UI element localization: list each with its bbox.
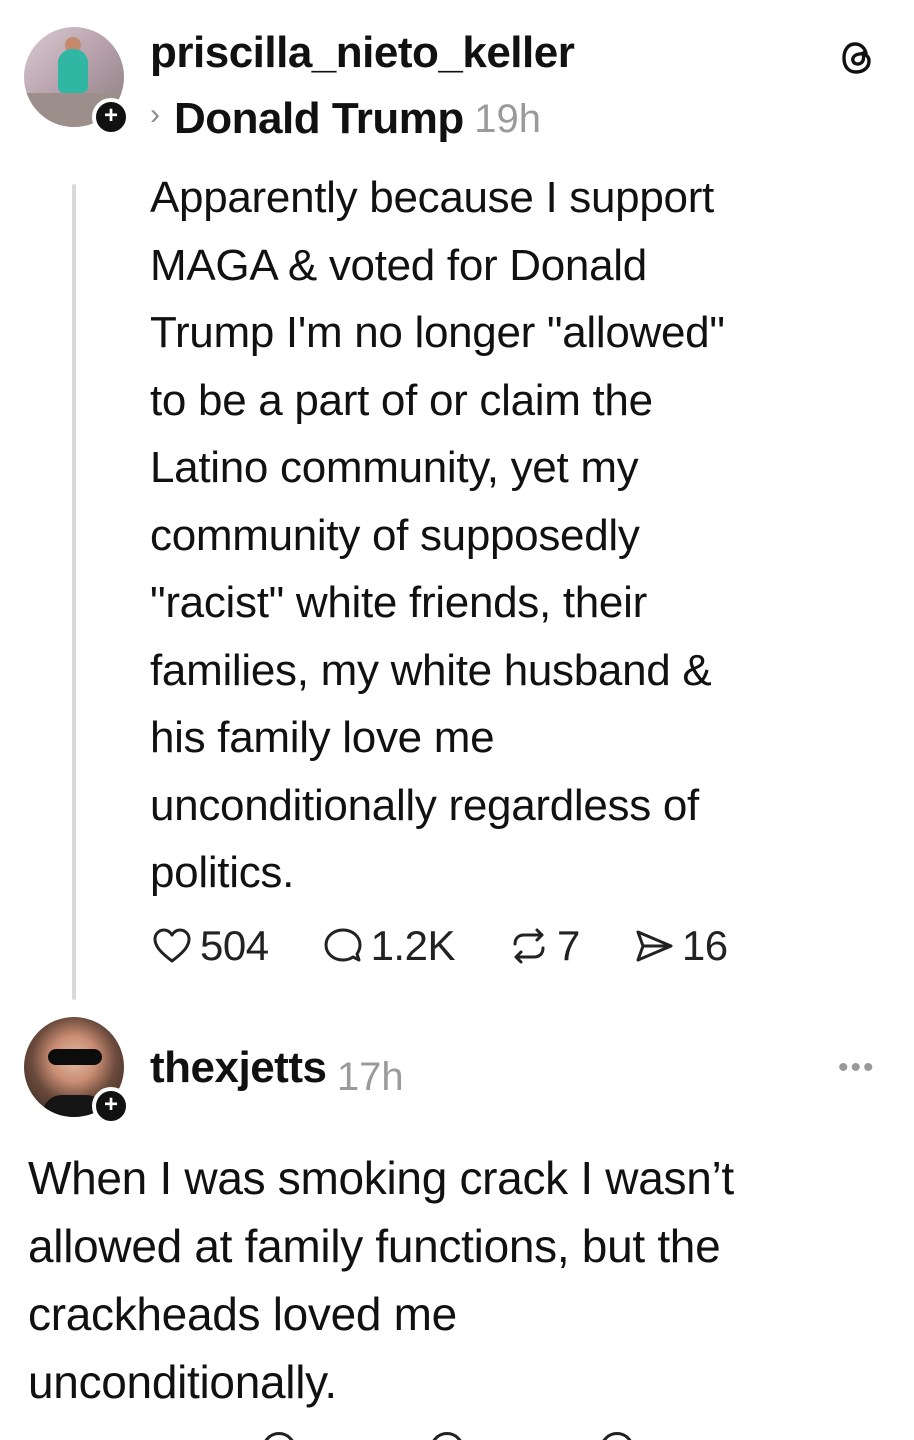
reply-text: When I was smoking crack I wasn’t allowe… (28, 1152, 734, 1408)
more-icon[interactable]: ••• (838, 1053, 876, 1083)
threads-logo-icon (842, 42, 871, 74)
avatar-photo-glasses (48, 1049, 102, 1065)
repost-icon[interactable] (600, 1432, 634, 1440)
avatar-photo-figure (58, 49, 88, 93)
post-text: Apparently because I support MAGA & vote… (150, 173, 725, 897)
share-button[interactable]: 16 (632, 922, 728, 970)
post-actions: 504 1.2K 7 16 (150, 918, 780, 974)
reply-to-name[interactable]: Donald Trump (174, 94, 464, 143)
heart-icon[interactable] (262, 1432, 296, 1440)
send-icon (636, 930, 673, 962)
share-count: 16 (681, 922, 728, 969)
like-button[interactable]: 504 (150, 922, 269, 970)
heart-icon (153, 928, 191, 963)
repost-icon (513, 928, 545, 964)
thread-line (72, 184, 76, 1000)
comment-button[interactable]: 1.2K (321, 922, 455, 970)
post-timestamp: 19h (474, 96, 541, 141)
reply-actions-cropped (0, 1428, 914, 1440)
chevron-right-icon: › (150, 98, 160, 131)
follow-plus-button[interactable]: + (92, 98, 130, 136)
repost-count: 7 (556, 922, 580, 969)
comment-icon[interactable] (430, 1432, 464, 1440)
reply-timestamp: 17h (336, 1055, 404, 1100)
like-count: 504 (200, 922, 269, 969)
reply-username[interactable]: thexjetts (150, 1043, 327, 1092)
follow-plus-button[interactable]: + (92, 1087, 130, 1125)
repost-button[interactable]: 7 (507, 922, 580, 970)
reply-context: › Donald Trump 19h (150, 94, 541, 146)
comment-count: 1.2K (370, 922, 456, 969)
reply-header: thexjetts 17h (150, 1043, 404, 1100)
comment-icon (324, 928, 362, 962)
post-username[interactable]: priscilla_nieto_keller (150, 28, 575, 78)
